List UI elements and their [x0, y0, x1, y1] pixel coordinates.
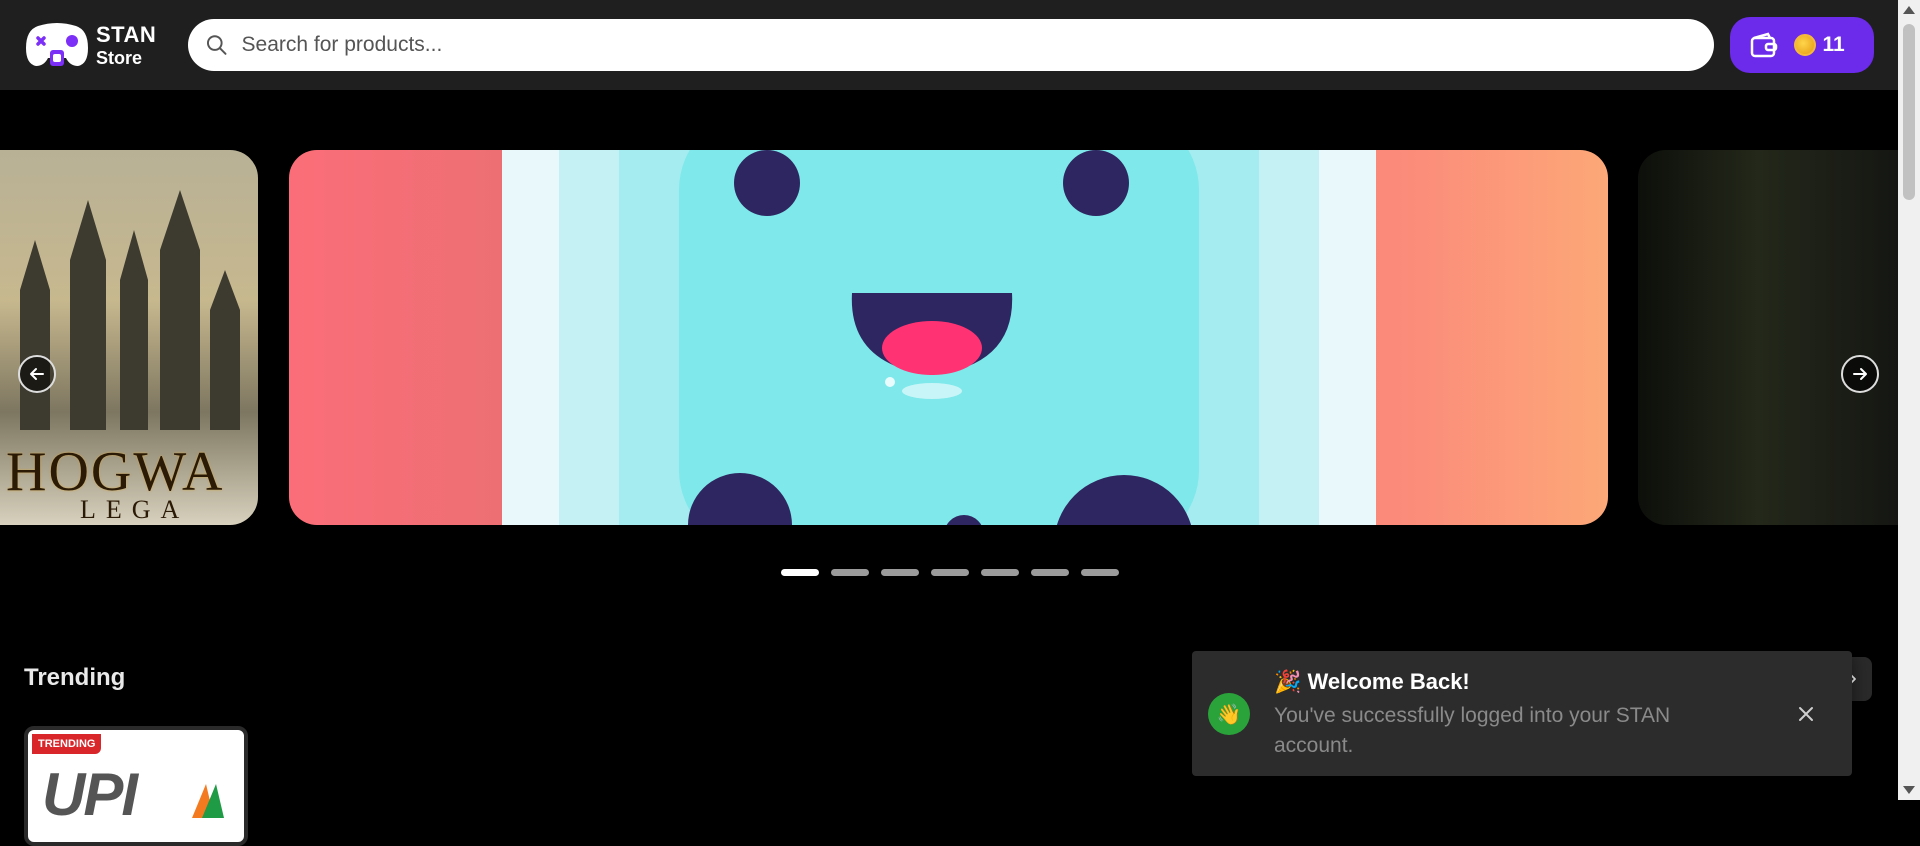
gamepad-logo-icon	[26, 23, 88, 66]
carousel-pagination	[781, 569, 1119, 576]
carousel-slide-previous[interactable]: HOGWA LEGA	[0, 150, 258, 525]
wallet-icon	[1751, 32, 1778, 58]
coin-balance: 11	[1794, 33, 1845, 57]
castle-artwork	[20, 190, 240, 430]
carousel-dot[interactable]	[781, 569, 819, 576]
toast-title: 🎉 Welcome Back!	[1274, 669, 1470, 695]
toast-message: You've successfully logged into your STA…	[1274, 704, 1671, 757]
search-input[interactable]	[241, 33, 1697, 57]
arrow-left-icon	[30, 368, 44, 380]
product-logo: UPI	[42, 761, 138, 828]
close-icon	[1799, 707, 1813, 721]
trending-heading: Trending	[24, 664, 126, 691]
wallet-button[interactable]: 11	[1730, 17, 1874, 73]
carousel-dot[interactable]	[1031, 569, 1069, 576]
arrow-right-icon	[1853, 368, 1867, 380]
carousel-next-button[interactable]	[1841, 355, 1879, 393]
search-bar[interactable]	[188, 19, 1715, 71]
page-scrollbar[interactable]	[1898, 0, 1920, 800]
scroll-up-arrow-icon[interactable]	[1903, 6, 1915, 14]
carousel-dot[interactable]	[881, 569, 919, 576]
carousel-slide-active[interactable]	[289, 150, 1608, 525]
brand-name: STAN	[96, 21, 157, 47]
coin-count: 11	[1822, 33, 1845, 56]
hero-carousel: HOGWA LEGA	[0, 150, 1898, 525]
waving-hand-icon: 👋	[1216, 703, 1242, 726]
trending-badge: TRENDING	[32, 734, 102, 754]
product-card[interactable]: TRENDING UPI	[24, 726, 248, 846]
welcome-toast: 👋 🎉 Welcome Back! You've successfully lo…	[1192, 651, 1852, 776]
toast-title-text: Welcome Back!	[1307, 669, 1470, 694]
carousel-dot[interactable]	[831, 569, 869, 576]
carousel-slide-next[interactable]	[1638, 150, 1898, 525]
slide-subtitle: LEGA	[80, 495, 190, 524]
top-header: STAN Store 11	[0, 0, 1898, 90]
coin-icon	[1794, 34, 1817, 56]
search-icon	[207, 35, 227, 55]
brand-text: STAN Store	[96, 21, 157, 68]
carousel-dot[interactable]	[1081, 569, 1119, 576]
scrollbar-thumb[interactable]	[1903, 24, 1915, 200]
scroll-down-arrow-icon[interactable]	[1903, 786, 1915, 794]
cute-character-artwork	[502, 150, 1376, 525]
stan-store-logo[interactable]: STAN Store	[24, 20, 164, 70]
carousel-dot[interactable]	[981, 569, 1019, 576]
toast-close-button[interactable]	[1798, 701, 1814, 729]
toast-avatar-icon: 👋	[1208, 693, 1250, 735]
carousel-prev-button[interactable]	[18, 355, 56, 393]
carousel-dot[interactable]	[931, 569, 969, 576]
brand-subname: Store	[96, 47, 143, 68]
party-popper-icon: 🎉	[1274, 669, 1302, 694]
upi-flag-icon	[192, 784, 224, 818]
